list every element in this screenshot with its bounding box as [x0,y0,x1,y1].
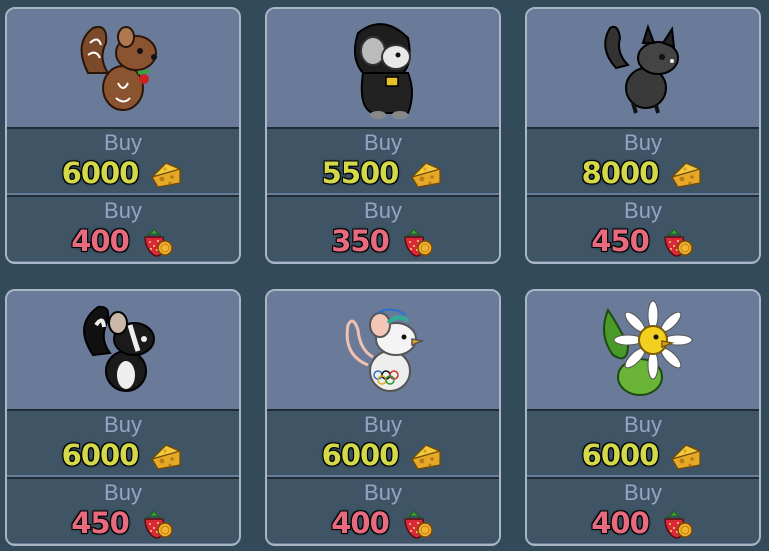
shop-card: Buy 8000 Buy 450 [525,7,761,264]
daisy-mouse-portrait [527,291,759,409]
buy-label: Buy [364,130,402,155]
cheese-price: 6000 [581,437,660,473]
daisy-mouse-icon [603,300,693,396]
dark-wolf-mouse-icon [604,23,679,114]
gingerbread-mouse-icon [80,26,157,111]
buy-label: Buy [104,198,142,223]
buy-label: Buy [364,198,402,223]
cheese-price: 6000 [61,155,140,191]
cheese-price: 6000 [321,437,400,473]
cheese-icon [668,437,704,473]
strawberry-icon [139,505,175,541]
cheese-price: 6000 [61,437,140,473]
buy-strawberry-button[interactable]: Buy 400 [7,195,239,261]
buy-strawberry-button[interactable]: Buy 450 [527,195,759,261]
skunk-mouse-icon [83,305,155,392]
cheese-icon [408,437,444,473]
buy-label: Buy [624,412,662,437]
buy-label: Buy [624,480,662,505]
buy-strawberry-button[interactable]: Buy 450 [7,477,239,543]
strawberry-price: 350 [330,223,390,259]
skunk-mouse-portrait [7,291,239,409]
cheese-icon [148,155,184,191]
buy-label: Buy [104,412,142,437]
cheese-icon [408,155,444,191]
buy-strawberry-button[interactable]: Buy 400 [527,477,759,543]
cheese-icon [148,437,184,473]
strawberry-price: 400 [70,223,130,259]
buy-label: Buy [624,130,662,155]
buy-label: Buy [364,480,402,505]
shop-card: Buy 6000 Buy 450 [5,289,241,546]
hooded-mouse-portrait [267,9,499,127]
buy-cheese-button[interactable]: Buy 6000 [527,409,759,475]
strawberry-price: 450 [70,505,130,541]
cheese-price: 5500 [321,155,400,191]
strawberry-icon [659,223,695,259]
buy-cheese-button[interactable]: Buy 8000 [527,127,759,193]
strawberry-icon [399,505,435,541]
gingerbread-mouse-portrait [7,9,239,127]
buy-label: Buy [624,198,662,223]
strawberry-icon [399,223,435,259]
buy-cheese-button[interactable]: Buy 6000 [7,409,239,475]
strawberry-price: 400 [590,505,650,541]
buy-strawberry-button[interactable]: Buy 350 [267,195,499,261]
buy-cheese-button[interactable]: Buy 5500 [267,127,499,193]
shop-card: Buy 5500 Buy 350 [265,7,501,264]
strawberry-price: 400 [330,505,390,541]
buy-cheese-button[interactable]: Buy 6000 [7,127,239,193]
hooded-mouse-icon [353,23,413,119]
buy-label: Buy [104,480,142,505]
cheese-icon [668,155,704,191]
buy-cheese-button[interactable]: Buy 6000 [267,409,499,475]
olympic-mouse-portrait [267,291,499,409]
cheese-price: 8000 [581,155,660,191]
strawberry-icon [139,223,175,259]
shop-card: Buy 6000 Buy 400 [265,289,501,546]
shop-card: Buy 6000 Buy 400 [5,7,241,264]
buy-label: Buy [364,412,402,437]
buy-strawberry-button[interactable]: Buy 400 [267,477,499,543]
olympic-mouse-icon [345,308,425,392]
dark-wolf-mouse-portrait [527,9,759,127]
buy-label: Buy [104,130,142,155]
strawberry-icon [659,505,695,541]
shop-card: Buy 6000 Buy 400 [525,289,761,546]
strawberry-price: 450 [590,223,650,259]
